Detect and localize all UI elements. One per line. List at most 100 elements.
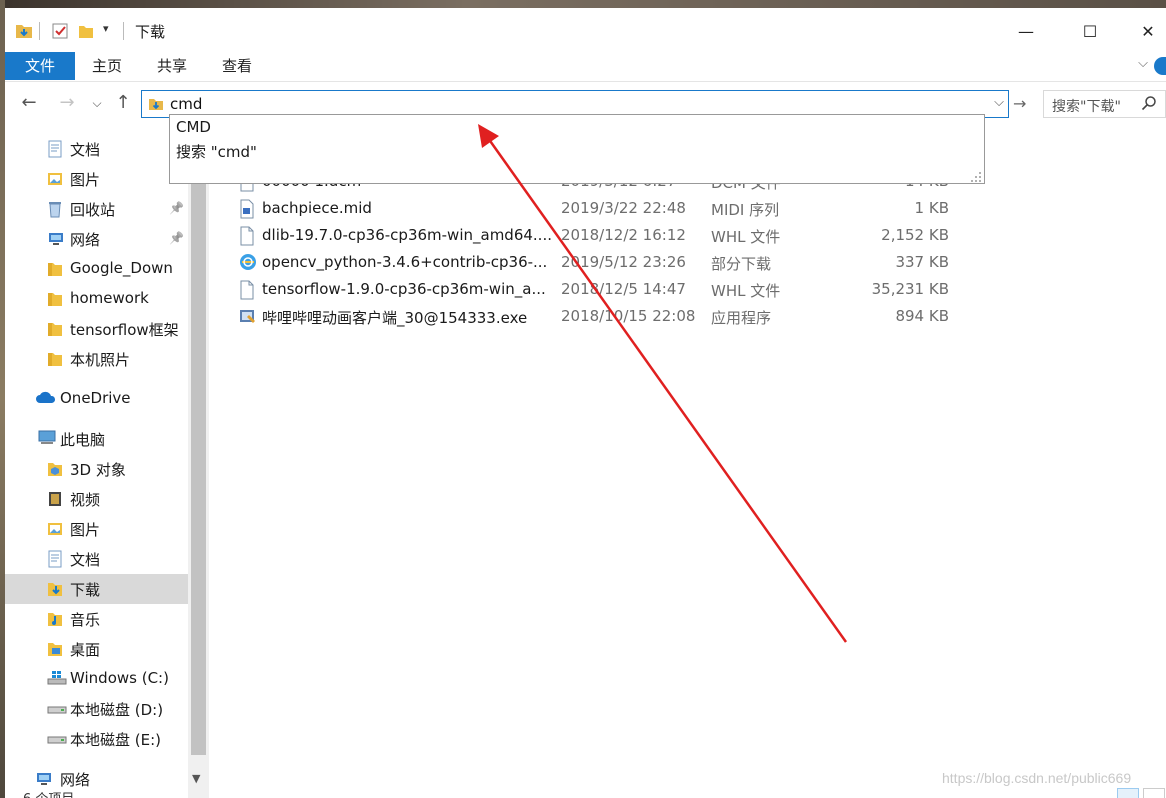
address-history-chevron-icon[interactable]: ⌵ [994,95,1004,110]
sidebar-item-label: Google_Down [70,259,173,277]
resize-grip-icon[interactable] [970,169,982,182]
sidebar-item[interactable]: 回收站 📌 [5,194,188,224]
large-icons-view-button[interactable] [1143,788,1165,798]
file-name: 哔哩哔哩动画客户端_30@154333.exe [262,309,528,327]
ribbon-tabs: 文件 主页 共享 查看 ⌵ [5,50,1166,82]
sidebar-item[interactable]: 网络 📌 [5,224,188,254]
sidebar-item-label: 图片 [70,521,101,539]
exe-icon [239,307,257,327]
sidebar-item[interactable]: 此电脑 [5,424,188,454]
close-button[interactable]: ✕ [1125,16,1166,46]
sidebar-item-label: 下载 [70,581,101,599]
forward-arrow-icon[interactable]: → [55,92,79,113]
sidebar-item-label: 桌面 [70,641,101,659]
maximize-button[interactable]: ☐ [1067,16,1113,46]
expand-ribbon-icon[interactable]: ⌵ [1138,56,1148,71]
new-folder-icon[interactable] [77,22,95,44]
sidebar-item[interactable]: 下载 [5,574,188,604]
sidebar-item[interactable]: Windows (C:) [5,664,188,694]
navigation-pane: 文档 图片 回收站 📌 网络 📌 Google_Down homework tensorflow… [5,126,205,798]
documents-icon [47,140,65,158]
back-arrow-icon[interactable]: ← [17,92,41,113]
sidebar-item-label: 3D 对象 [70,461,126,479]
sidebar-item[interactable]: 文档 [5,134,188,164]
music-icon [47,610,65,628]
autocomplete-item[interactable]: 搜索 "cmd" [176,141,257,162]
file-size: 2,152 KB [881,226,949,244]
midi-file-icon [239,199,257,219]
file-size: 35,231 KB [871,280,949,298]
sidebar-item[interactable]: 视频 [5,484,188,514]
file-row[interactable]: 哔哩哔哩动画客户端_30@154333.exe 2018/10/15 22:08 应… [209,303,1166,330]
title-separator [39,22,40,40]
file-icon [239,226,257,246]
pin-icon[interactable]: 📌 [169,231,184,245]
scrollbar-thumb[interactable] [191,140,206,755]
folder-down-icon[interactable] [15,22,33,44]
file-type: 部分下载 [711,255,772,273]
sidebar-item[interactable]: OneDrive [5,384,188,414]
file-size: 894 KB [895,307,949,325]
up-arrow-icon[interactable]: ↑ [111,92,135,113]
properties-icon[interactable] [51,22,69,44]
file-row[interactable]: tensorflow-1.9.0-cp36-cp36m-win_a... 2018… [209,276,1166,303]
folder-icon [47,290,65,308]
autocomplete-item[interactable]: CMD [176,118,211,136]
search-icon[interactable] [1141,95,1157,115]
sidebar-item[interactable]: tensorflow框架 [5,314,188,344]
minimize-button[interactable]: — [1003,16,1049,46]
drive-icon [47,700,67,718]
downloads-folder-icon [148,96,164,116]
file-name: dlib-19.7.0-cp36-cp36m-win_amd64.... [262,226,552,244]
sidebar-item[interactable]: 本机照片 [5,344,188,374]
sidebar-item-label: 视频 [70,491,101,509]
search-placeholder: 搜索"下载" [1052,99,1121,115]
search-box[interactable]: 搜索"下载" [1043,90,1166,118]
sidebar-item[interactable]: 音乐 [5,604,188,634]
recent-locations-chevron-icon[interactable]: ⌵ [85,96,109,111]
sidebar-item[interactable]: 图片 [5,514,188,544]
sidebar-item[interactable]: 本地磁盘 (D:) [5,694,188,724]
file-date-modified: 2019/3/22 22:48 [561,199,686,217]
sidebar-item-label: 文档 [70,551,101,569]
sidebar-item[interactable]: 桌面 [5,634,188,664]
go-arrow-icon[interactable]: → [1013,94,1026,113]
documents-icon [47,550,65,568]
sidebar-item[interactable]: 3D 对象 [5,454,188,484]
help-icon[interactable] [1154,57,1166,75]
file-row[interactable]: bachpiece.mid 2019/3/22 22:48 MIDI 序列 1 KB [209,195,1166,222]
tab-home[interactable]: 主页 [80,52,134,80]
videos-icon [47,490,65,508]
sidebar-item-label: 本机照片 [70,351,131,369]
file-name: opencv_python-3.4.6+contrib-cp36-... [262,253,548,271]
scroll-down-arrow-icon[interactable]: ▼ [192,772,200,785]
sidebar-item[interactable]: homework [5,284,188,314]
file-row[interactable]: dlib-19.7.0-cp36-cp36m-win_amd64.... 2018… [209,222,1166,249]
tab-file[interactable]: 文件 [5,52,75,80]
tab-view[interactable]: 查看 [210,52,264,80]
file-date-modified: 2018/12/2 16:12 [561,226,686,244]
3d-objects-icon [47,460,65,478]
address-input[interactable] [170,94,970,114]
navigation-pane-scrollbar[interactable]: ▼ [188,126,209,798]
sidebar-item-label: Windows (C:) [70,669,169,687]
sidebar-item-label: 网络 [70,231,101,249]
pin-icon[interactable]: 📌 [169,201,184,215]
sidebar-item[interactable]: 图片 [5,164,188,194]
this-pc-icon [37,430,56,448]
file-size: 1 KB [914,199,949,217]
file-type: WHL 文件 [711,228,781,246]
tab-share[interactable]: 共享 [145,52,199,80]
status-bar: 6 个项目 [5,788,1166,798]
onedrive-icon [35,390,56,408]
details-view-button[interactable] [1117,788,1139,798]
sidebar-item[interactable]: 文档 [5,544,188,574]
sidebar-item[interactable]: 本地磁盘 (E:) [5,724,188,754]
customize-quick-access-icon[interactable]: ▾ [103,22,109,35]
file-row[interactable]: opencv_python-3.4.6+contrib-cp36-... 2019… [209,249,1166,276]
pictures-icon [47,170,65,188]
file-date-modified: 2018/12/5 14:47 [561,280,686,298]
address-autocomplete-dropdown: CMD 搜索 "cmd" [169,114,985,184]
sidebar-item[interactable]: Google_Down [5,254,188,284]
window-title: 下载 [135,23,166,41]
